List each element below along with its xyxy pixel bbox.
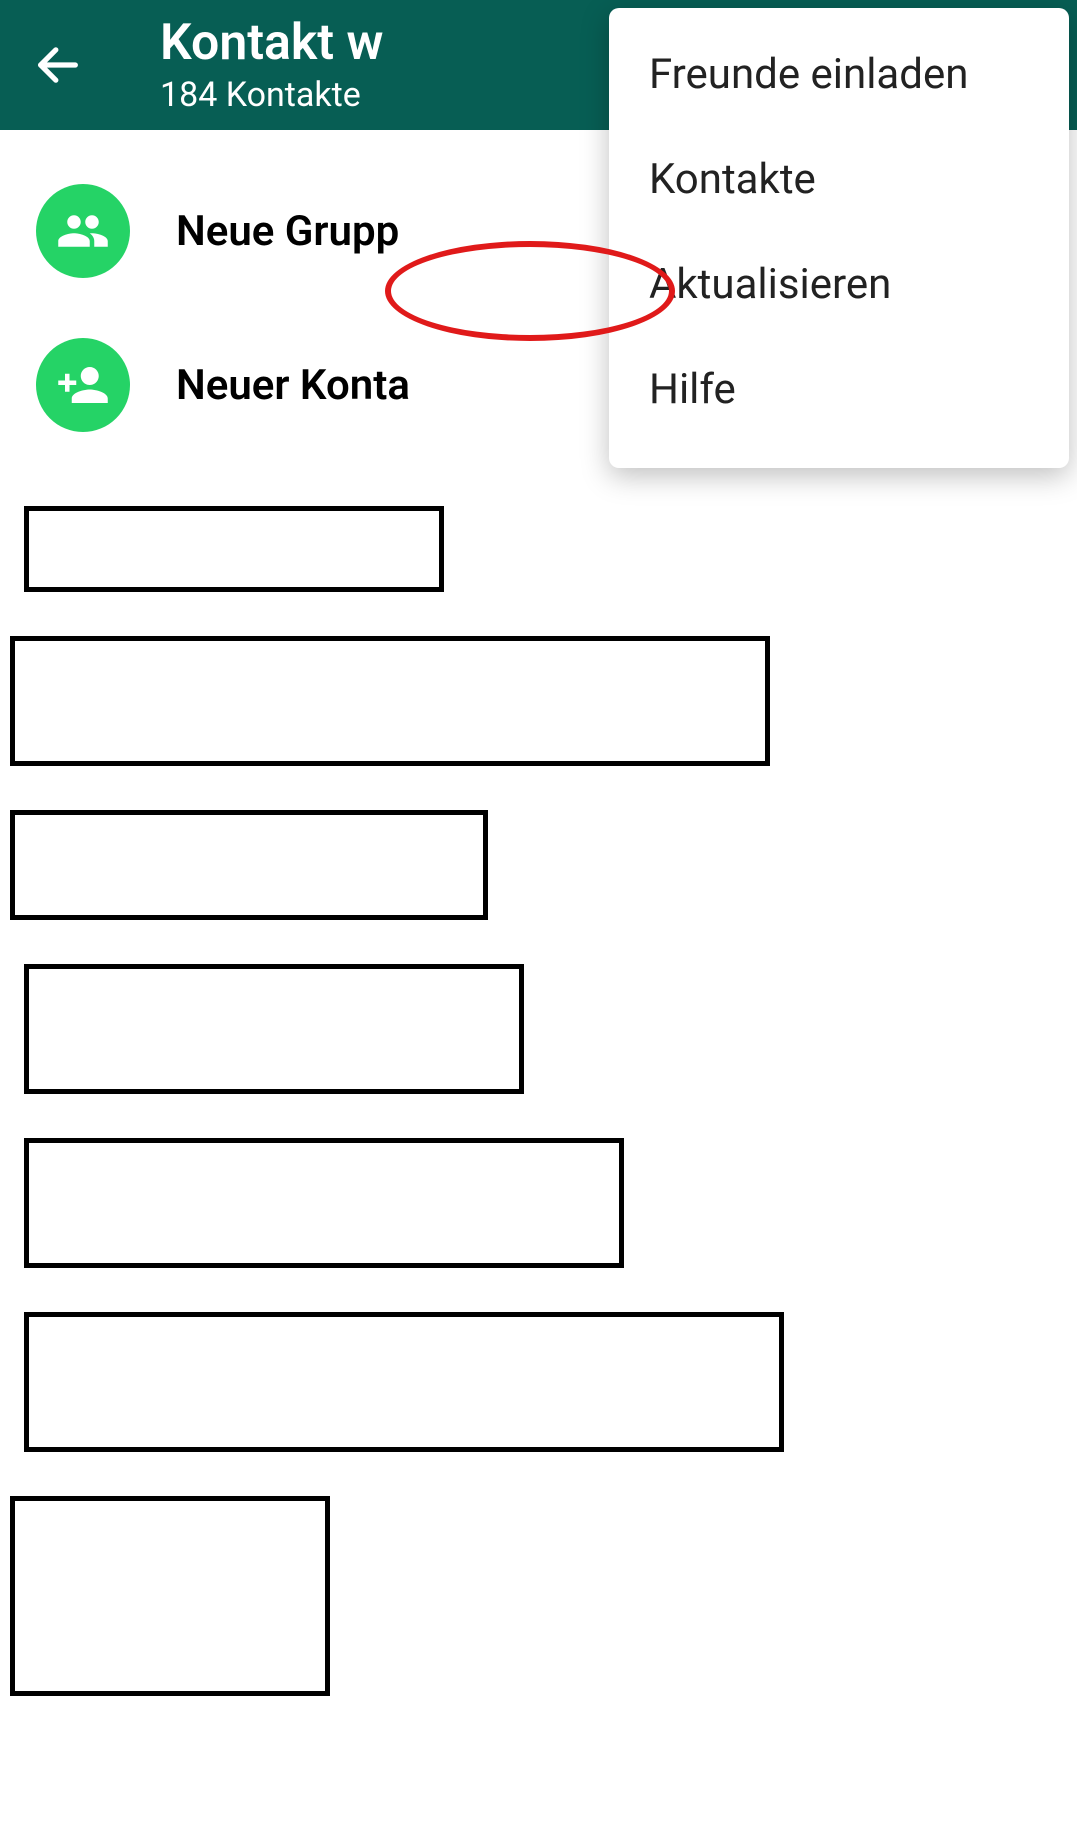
redacted-contact bbox=[24, 506, 444, 592]
group-icon bbox=[36, 184, 130, 278]
page-title: Kontakt w bbox=[160, 16, 383, 71]
overflow-menu: Freunde einladen Kontakte Aktualisieren … bbox=[609, 8, 1069, 468]
redacted-contact bbox=[10, 1496, 330, 1696]
redacted-contact bbox=[24, 1138, 624, 1268]
new-contact-label: Neuer Konta bbox=[176, 361, 410, 410]
back-button[interactable] bbox=[28, 35, 88, 95]
app-bar-titles: Kontakt w 184 Kontakte bbox=[160, 16, 383, 115]
contact-list bbox=[0, 462, 1077, 1696]
menu-item-contacts[interactable]: Kontakte bbox=[609, 127, 1069, 232]
menu-item-refresh[interactable]: Aktualisieren bbox=[609, 232, 1069, 337]
redacted-contact bbox=[24, 1312, 784, 1452]
redacted-contact bbox=[10, 636, 770, 766]
redacted-contact bbox=[10, 810, 488, 920]
redacted-contact bbox=[24, 964, 524, 1094]
menu-item-invite-friends[interactable]: Freunde einladen bbox=[609, 22, 1069, 127]
contact-count: 184 Kontakte bbox=[160, 75, 383, 115]
menu-item-help[interactable]: Hilfe bbox=[609, 337, 1069, 442]
add-person-icon bbox=[36, 338, 130, 432]
arrow-left-icon bbox=[32, 39, 84, 91]
new-group-label: Neue Grupp bbox=[176, 207, 399, 256]
